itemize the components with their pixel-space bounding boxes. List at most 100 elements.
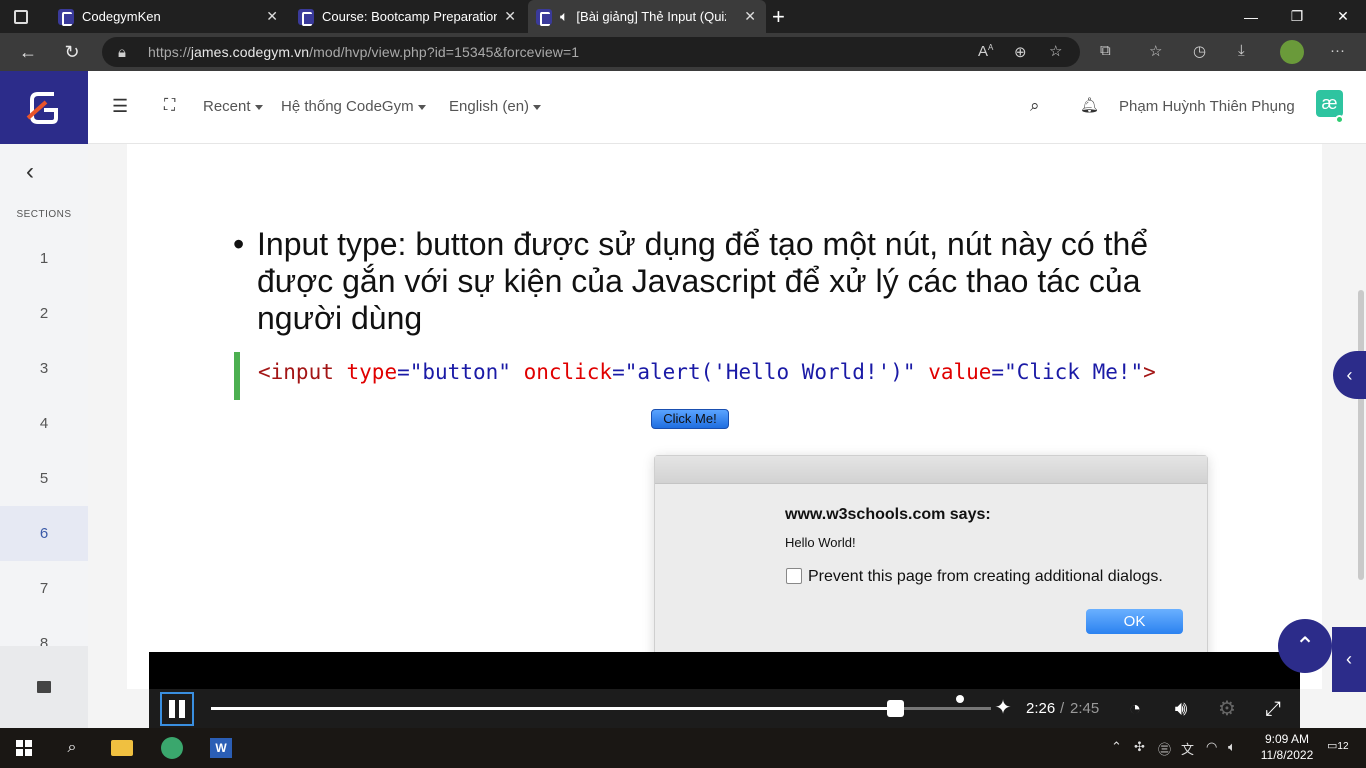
volume-icon[interactable]: 🔊︎ xyxy=(1167,695,1195,723)
progress-handle[interactable] xyxy=(887,700,904,717)
word-icon[interactable]: W xyxy=(207,734,235,762)
progress-fill xyxy=(211,707,898,710)
sections-title: SECTIONS xyxy=(16,209,72,220)
section-item[interactable]: 1 xyxy=(0,231,88,286)
page-scrollbar[interactable] xyxy=(1358,290,1364,580)
slide-bullet: • Input type: button được sử dụng để tạo… xyxy=(233,226,1205,337)
nav-recent[interactable]: Recent xyxy=(203,98,263,115)
nav-language[interactable]: English (en) xyxy=(449,98,542,115)
tray-network-app-icon[interactable]: ✣ xyxy=(1134,739,1145,755)
codegym-logo-icon xyxy=(26,91,58,124)
dialog-checkbox-label: Prevent this page from creating addition… xyxy=(808,568,1163,585)
minimize-icon[interactable]: — xyxy=(1228,0,1274,33)
section-item[interactable]: 5 xyxy=(0,451,88,506)
chapter-marker[interactable] xyxy=(956,695,964,703)
back-to-top-button[interactable]: ⌃ xyxy=(1278,619,1332,673)
pause-bar xyxy=(169,700,175,718)
section-item-active[interactable]: 6 xyxy=(0,506,88,561)
codegym-favicon-icon xyxy=(298,8,314,26)
close-tab-icon[interactable]: ✕ xyxy=(744,8,756,25)
user-name[interactable]: Phạm Huỳnh Thiên Phụng xyxy=(1119,98,1295,115)
favorites-icon[interactable]: ☆ xyxy=(1149,42,1162,60)
codegym-logo[interactable] xyxy=(0,71,88,144)
tab-title: [Bài giảng] Thẻ Input (Quiz) xyxy=(576,9,727,24)
settings-gear-icon[interactable]: ⚙ xyxy=(1213,695,1241,723)
online-status-dot xyxy=(1335,115,1344,124)
close-tab-icon[interactable]: ✕ xyxy=(504,8,516,25)
clock-date: 11/8/2022 xyxy=(1260,748,1314,762)
section-item[interactable]: 7 xyxy=(0,561,88,616)
dialog-checkbox xyxy=(786,568,802,584)
video-controls: ✦ 2:26 / 2:45 ◔ 🔊︎ ⚙ ⤢ xyxy=(149,689,1300,728)
tray-language-icon[interactable]: 文 xyxy=(1181,739,1194,758)
speaker-icon[interactable]: 🔈︎ xyxy=(560,8,568,25)
open-block-drawer-button[interactable]: ‹ xyxy=(1332,627,1366,692)
chevron-left-icon[interactable]: ‹ xyxy=(26,158,34,186)
code-accent-bar xyxy=(234,352,240,400)
dialog-ok-button: OK xyxy=(1086,609,1183,634)
notification-count: 12 xyxy=(1337,741,1349,752)
address-bar[interactable]: 🔒︎ https://james.codegym.vn/mod/hvp/view… xyxy=(102,37,1080,67)
dialog-title: www.w3schools.com says: xyxy=(785,506,991,523)
tab-title: Course: Bootcamp Preparation 2 xyxy=(322,9,497,24)
file-explorer-icon[interactable] xyxy=(108,734,136,762)
section-item[interactable]: 8 xyxy=(0,616,88,646)
pause-bar xyxy=(179,700,185,718)
tab-course[interactable]: Course: Bootcamp Preparation 2 ✕ xyxy=(288,0,526,33)
fullscreen-icon[interactable]: ⛶ xyxy=(164,97,175,115)
current-time: 2:26 xyxy=(1026,700,1056,717)
section-item[interactable]: 4 xyxy=(0,396,88,451)
tab-codegymken[interactable]: CodegymKen ✕ xyxy=(50,0,288,33)
section-item[interactable]: 3 xyxy=(0,341,88,396)
more-menu-icon[interactable]: ··· xyxy=(1330,42,1345,59)
star-icon[interactable]: ✦ xyxy=(991,696,1015,720)
lock-icon[interactable]: 🔒︎ xyxy=(118,44,126,61)
tab-active-lecture[interactable]: 🔈︎ [Bài giảng] Thẻ Input (Quiz) ✕ xyxy=(528,0,766,33)
downloads-icon[interactable]: ⤓ xyxy=(1238,42,1245,59)
tray-chevron-up-icon[interactable]: ⌃ xyxy=(1111,739,1122,755)
chevron-left-icon: ‹ xyxy=(1346,649,1352,669)
speaker-icon[interactable]: 🔈︎ xyxy=(1228,739,1236,755)
extensions-icon[interactable]: ⧉ xyxy=(1100,42,1111,59)
back-arrow-icon[interactable]: ← xyxy=(12,36,44,68)
nav-codegym-system[interactable]: Hệ thống CodeGym xyxy=(281,98,426,115)
add-favorite-icon[interactable]: ☆ xyxy=(1049,42,1062,60)
read-aloud-icon[interactable]: AA xyxy=(978,43,993,60)
archive-icon[interactable] xyxy=(37,681,51,693)
notification-bell-icon[interactable]: 🔔︎ xyxy=(1080,96,1099,114)
user-avatar[interactable]: æ xyxy=(1316,90,1343,117)
history-icon[interactable]: ◷ xyxy=(1193,42,1206,60)
close-window-icon[interactable]: ✕ xyxy=(1320,0,1366,33)
chevron-left-icon: ‹ xyxy=(1346,364,1353,385)
playback-speed-icon[interactable]: ◔ xyxy=(1121,695,1149,723)
notification-center-icon[interactable]: ▭12 xyxy=(1327,739,1349,757)
tray-ime-icon[interactable]: ㊂ xyxy=(1158,739,1171,758)
site-header: ☰ ⛶ Recent Hệ thống CodeGym English (en)… xyxy=(0,71,1366,144)
windows-taskbar: ⌕ W ⌃ ✣ ㊂ 文 ◠ 🔈︎ 9:09 AM 11/8/2022 ▭12 xyxy=(0,728,1366,768)
pause-button[interactable] xyxy=(160,692,194,726)
section-item[interactable]: 2 xyxy=(0,286,88,341)
bullet-dot: • xyxy=(233,226,245,262)
tab-actions-icon[interactable] xyxy=(14,0,44,33)
refresh-icon[interactable]: ↻ xyxy=(56,36,88,68)
wifi-icon[interactable]: ◠ xyxy=(1206,739,1217,755)
restore-icon[interactable]: ❐ xyxy=(1274,0,1320,33)
windows-start-icon[interactable] xyxy=(10,734,38,762)
new-tab-button[interactable]: + xyxy=(772,0,794,33)
close-tab-icon[interactable]: ✕ xyxy=(266,8,278,25)
search-icon[interactable]: ⌕ xyxy=(1030,96,1040,116)
profile-avatar-icon[interactable] xyxy=(1280,40,1304,64)
codegym-favicon-icon xyxy=(58,8,74,26)
zoom-icon[interactable]: ⊕ xyxy=(1014,43,1027,61)
video-frame xyxy=(149,652,1300,689)
progress-bar[interactable] xyxy=(211,707,991,710)
taskbar-clock[interactable]: 9:09 AM 11/8/2022 xyxy=(1252,731,1322,763)
demo-click-me-button: Click Me! xyxy=(651,409,729,429)
search-icon[interactable]: ⌕ xyxy=(58,734,86,762)
browser-toolbar: ← ↻ 🔒︎ https://james.codegym.vn/mod/hvp/… xyxy=(0,33,1366,71)
edge-browser-icon[interactable] xyxy=(158,734,186,762)
fullscreen-expand-icon[interactable]: ⤢ xyxy=(1259,695,1287,723)
menu-hamburger-icon[interactable]: ☰ xyxy=(112,96,128,117)
slide-text: Input type: button được sử dụng để tạo m… xyxy=(257,226,1149,336)
lecture-slide: • Input type: button được sử dụng để tạo… xyxy=(127,144,1322,695)
